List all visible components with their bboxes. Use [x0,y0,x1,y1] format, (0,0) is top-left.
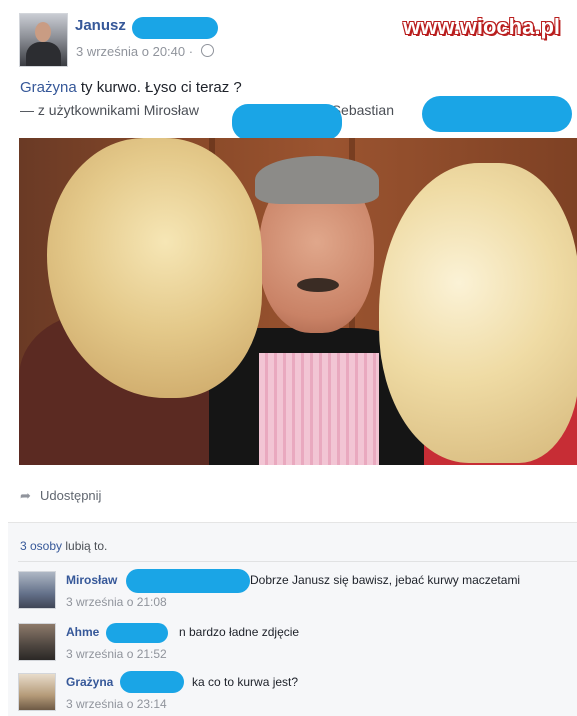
commenter-avatar[interactable] [18,571,56,609]
likes-count[interactable]: 3 osoby [20,539,62,553]
redaction-scribble [106,623,168,643]
likes-summary[interactable]: 3 osoby lubią to. [20,539,107,553]
share-label: Udostępnij [40,488,102,503]
redaction-scribble [132,17,218,39]
redaction-scribble [422,96,572,132]
tagged-name-link[interactable]: Grażyna [20,79,77,96]
tagged-prefix: — z użytkownikami Mirosław [20,102,199,118]
comment-timestamp[interactable]: 3 września o 23:14 [66,697,167,711]
post-text: Grażyna ty kurwo. Łyso ci teraz ? [20,79,242,96]
redaction-scribble [120,671,184,693]
photo-man-hair [255,156,379,204]
commenter-name[interactable]: Mirosław [66,573,117,587]
share-arrow-icon: ➦ [20,488,31,503]
post-text-body: ty kurwo. Łyso ci teraz ? [76,79,242,96]
photo-man-shirt [259,353,379,465]
post-time-text: 3 września o 20:40 · [76,44,194,59]
commenter-avatar[interactable] [18,623,56,661]
photo-mustache [297,278,339,292]
likes-text: lubią to. [62,539,108,553]
avatar-face [35,22,51,42]
post-photo[interactable] [19,138,577,465]
redaction-scribble [126,569,250,593]
share-button[interactable]: ➦ Udostępnij [20,488,101,504]
comment-timestamp[interactable]: 3 września o 21:08 [66,595,167,609]
commenter-name[interactable]: Grażyna [66,675,113,689]
author-avatar[interactable] [19,13,68,67]
avatar-torso [26,42,61,66]
watermark-logo: www.wiocha.pl [403,14,560,39]
comment-text: ka co to kurwa jest? [192,675,299,689]
comment-text: n bardzo ładne zdjęcie [179,625,300,639]
commenter-name[interactable]: Ahme [66,625,99,639]
comment-timestamp[interactable]: 3 września o 21:52 [66,647,167,661]
facebook-post: Janusz 3 września o 20:40 · www.wiocha.p… [0,0,577,716]
globe-icon [200,44,214,57]
commenter-avatar[interactable] [18,673,56,711]
divider [18,561,577,562]
photo-right-woman-hair [379,163,577,463]
comments-section: 3 osoby lubią to. Mirosław Dobrze Janusz… [8,522,577,716]
redaction-scribble [232,104,342,140]
post-timestamp[interactable]: 3 września o 20:40 · [76,44,214,59]
comment-text: Dobrze Janusz się bawisz, jebać kurwy ma… [250,573,521,587]
post-author-name[interactable]: Janusz [75,17,126,34]
